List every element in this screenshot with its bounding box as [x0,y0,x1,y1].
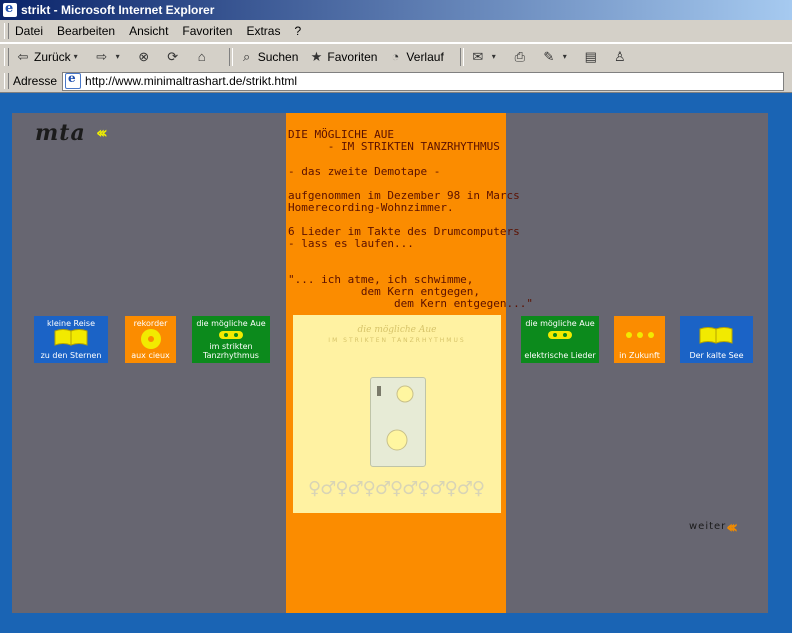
left-panel [12,113,286,613]
messenger-button[interactable]: ♙ [612,49,631,65]
tile-rekorder[interactable]: rekorder aux cieux [125,316,176,363]
edit-button[interactable]: ✎ ▾ [541,49,573,65]
tile-kleine-reise-sub: zu den Sternen [40,351,102,360]
recording-line2: Homerecording-Wohnzimmer. [288,201,454,214]
page-viewport: mta ‹‹‹ DIE MÖGLICHE AUE - IM STRIKTEN T… [0,93,792,633]
window-titlebar: strikt - Microsoft Internet Explorer [0,0,792,20]
weiter-chevrons-icon[interactable]: ‹‹‹ [726,517,738,538]
dropdown-icon: ▾ [491,52,496,61]
dropdown-icon: ▾ [562,52,567,61]
tile-aue-strikt-label: die mögliche Aue [196,319,266,328]
cover-artwork: die mögliche Aue IM STRIKTEN TANZRHYTHMU… [293,315,501,513]
menu-ansicht[interactable]: Ansicht [129,24,168,38]
tile-der-kalte-see[interactable]: Der kalte See [680,316,753,363]
tile-kleine-reise[interactable]: kleine Reise zu den Sternen [34,316,108,363]
cassette-icon [219,331,243,339]
menu-favoriten[interactable]: Favoriten [182,24,232,38]
dropdown-icon: ▾ [115,52,120,61]
standard-toolbar: ⇦ Zurück ▾ ⇨ ▾ ⊗ ⟳ ⌂ ⌕ Suchen ★ Favorite… [0,43,792,71]
history-icon: ◔ [391,49,400,64]
toolbar-separator [228,48,233,66]
refresh-button[interactable]: ⟳ [165,49,184,65]
songs-line2: - lass es laufen... [288,237,414,250]
tile-aue-strikt-sub1: im strikten [209,342,253,351]
menubar-grip-icon [4,23,9,39]
right-panel [506,113,768,613]
search-icon: ⌕ [243,49,251,64]
cd-disc-icon [141,329,161,349]
logo-chevrons-icon: ‹‹‹ [96,123,108,142]
ellipsis-dots-icon [626,332,654,338]
mail-button[interactable]: ✉ ▾ [470,49,502,65]
tile-in-zukunft-label: in Zukunft [619,351,660,360]
stop-button[interactable]: ⊗ [136,49,155,65]
toolbar-grip-icon [4,48,9,66]
favorites-button[interactable]: ★ Favoriten [308,49,378,65]
search-label: Suchen [257,50,299,64]
home-button[interactable]: ⌂ [194,49,213,65]
cassette-icon [548,331,572,339]
open-book-icon [699,327,733,344]
menu-help[interactable]: ? [294,24,301,38]
ie-logo-icon [3,1,17,17]
menu-bar: Datei Bearbeiten Ansicht Favoriten Extra… [0,20,792,43]
menu-datei[interactable]: Datei [15,24,43,38]
quote-line3: dem Kern entgegen..." [288,297,534,310]
tile-aue-elektrisch-sub: elektrische Lieder [524,351,596,360]
tile-kleine-reise-label: kleine Reise [47,319,95,328]
home-icon: ⌂ [197,49,206,64]
discuss-button[interactable]: ▤ [583,49,602,65]
tile-aue-elektrisch-label: die mögliche Aue [525,319,595,328]
address-bar: Adresse http://www.minimaltrashart.de/st… [0,70,792,93]
toolbar-separator [459,48,464,66]
refresh-icon: ⟳ [167,49,179,64]
favorites-icon: ★ [310,49,323,64]
search-button[interactable]: ⌕ Suchen [239,49,299,65]
forward-button[interactable]: ⇨ ▾ [94,49,126,65]
addressbar-grip-icon [4,73,9,89]
menu-extras[interactable]: Extras [246,24,280,38]
cover-subtitle: IM STRIKTEN TANZRHYTHMUS [328,337,466,344]
tile-moegliche-aue-elektrisch[interactable]: die mögliche Aue elektrische Lieder [521,316,599,363]
dropdown-icon: ▾ [73,52,78,61]
tile-rekorder-label: rekorder [133,319,168,328]
heading-line2: - IM STRIKTEN TANZRHYTHMUS [288,140,500,153]
menu-bearbeiten[interactable]: Bearbeiten [57,24,115,38]
tile-rekorder-sub: aux cieux [131,351,170,360]
address-url: http://www.minimaltrashart.de/strikt.htm… [85,74,298,88]
history-label: Verlauf [406,50,444,64]
address-label: Adresse [13,74,58,88]
forward-arrow-icon: ⇨ [96,49,108,64]
page-icon [65,71,82,89]
window-title: strikt - Microsoft Internet Explorer [21,3,215,17]
back-label: Zurück [34,50,71,64]
history-button[interactable]: ◔ Verlauf [387,49,443,65]
subtitle: - das zweite Demotape - [288,165,441,178]
stop-icon: ⊗ [138,49,150,64]
back-button[interactable]: ⇦ Zurück ▾ [15,49,84,65]
discuss-icon: ▤ [584,49,597,64]
back-arrow-icon: ⇦ [17,49,29,64]
cover-title: die mögliche Aue [357,325,437,335]
address-input[interactable]: http://www.minimaltrashart.de/strikt.htm… [62,71,785,91]
tile-aue-strikt-sub2: Tanzrhythmus [203,351,259,360]
tile-der-kalte-see-label: Der kalte See [689,351,744,360]
edit-icon: ✎ [543,49,555,64]
print-icon: ⎙ [514,49,525,64]
mta-logo[interactable]: mta [35,120,86,146]
open-book-icon [54,329,88,346]
tile-moegliche-aue-strikt[interactable]: die mögliche Aue im strikten Tanzrhythmu… [192,316,270,363]
mail-icon: ✉ [472,49,484,64]
messenger-icon: ♙ [613,49,626,64]
weiter-link[interactable]: weiter [689,521,726,532]
favorites-label: Favoriten [327,50,378,64]
radio-dial-image [370,377,426,467]
print-button[interactable]: ⎙ [512,49,531,65]
dancers-silhouettes: ♀♂♀♂♀♂♀♂♀♂♀♂♀ [308,478,485,499]
dial-graphic [377,385,414,451]
tile-in-zukunft[interactable]: in Zukunft [614,316,665,363]
